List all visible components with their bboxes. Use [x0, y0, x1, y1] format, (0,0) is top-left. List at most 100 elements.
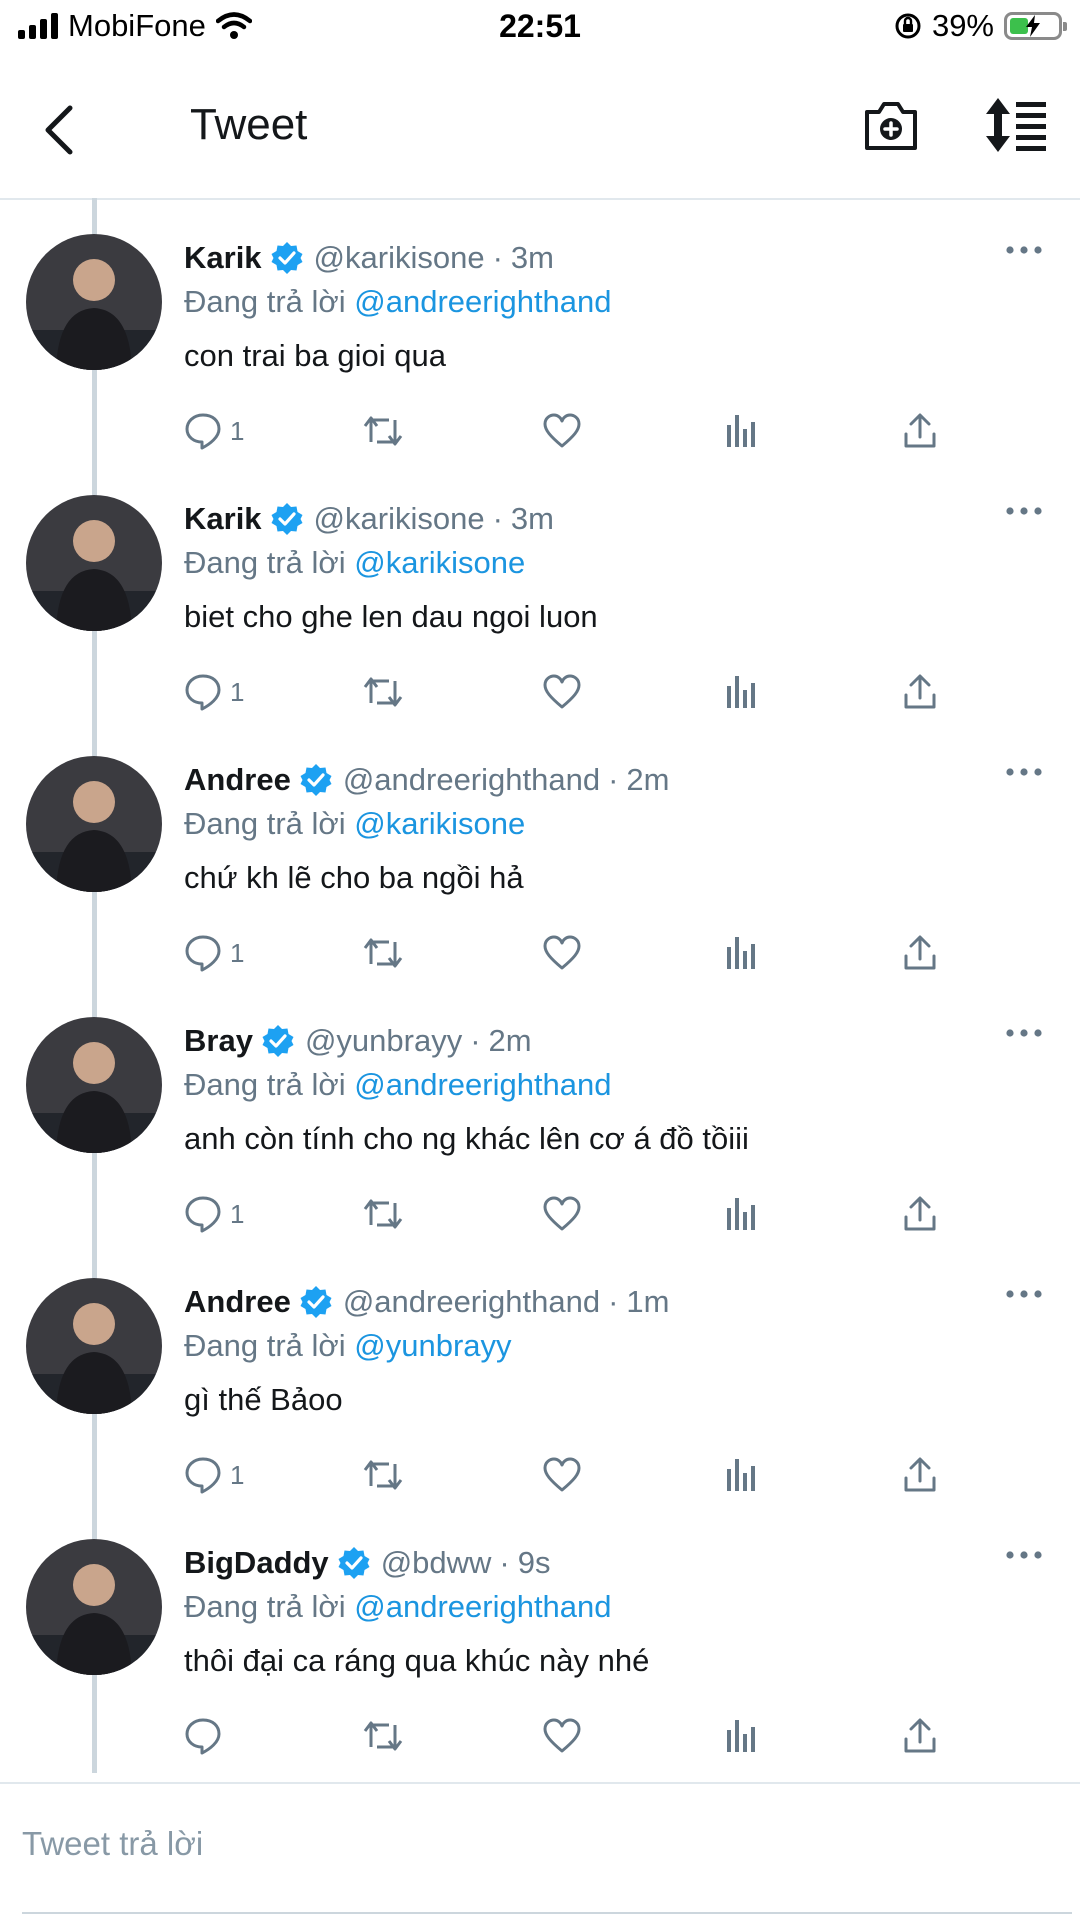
- more-options-button[interactable]: [1004, 1282, 1044, 1306]
- more-options-button[interactable]: [1004, 499, 1044, 523]
- share-button[interactable]: [902, 1452, 938, 1498]
- author-handle[interactable]: @karikisone: [314, 240, 485, 276]
- like-button[interactable]: [542, 1191, 582, 1237]
- replying-to-mention[interactable]: @karikisone: [354, 806, 525, 841]
- replying-to-mention[interactable]: @yunbrayy: [354, 1328, 511, 1363]
- author-handle[interactable]: @andreerighthand: [343, 1284, 600, 1320]
- separator-dot: ·: [608, 762, 619, 797]
- tweet-actions: [184, 1713, 964, 1763]
- share-icon: [904, 413, 936, 448]
- replying-to-mention[interactable]: @andreerighthand: [354, 284, 611, 319]
- reply-button[interactable]: 1: [184, 930, 244, 976]
- share-button[interactable]: [902, 930, 938, 976]
- tweet-actions: 1: [184, 930, 964, 980]
- tweet-item[interactable]: BigDaddy @bdww · 9s Đang trả lời @andree…: [0, 1503, 1080, 1763]
- retweet-button[interactable]: [362, 930, 404, 976]
- replying-to-mention[interactable]: @andreerighthand: [354, 1067, 611, 1102]
- avatar[interactable]: [26, 234, 162, 370]
- retweet-button[interactable]: [362, 1452, 404, 1498]
- avatar[interactable]: [26, 1278, 162, 1414]
- replying-to-line: Đang trả lời @andreerighthand: [184, 284, 612, 320]
- tweet-time: 3m: [510, 501, 554, 536]
- author-name[interactable]: Andree: [184, 762, 291, 798]
- heart-icon: [543, 1457, 581, 1492]
- author-handle[interactable]: @bdww: [381, 1545, 492, 1581]
- reply-button[interactable]: 1: [184, 669, 244, 715]
- author-name[interactable]: Karik: [184, 501, 262, 537]
- reply-icon: [185, 1718, 221, 1755]
- more-options-button[interactable]: [1004, 1543, 1044, 1567]
- tweet-text: biet cho ghe len dau ngoi luon: [184, 599, 598, 634]
- like-button[interactable]: [542, 1713, 582, 1759]
- reply-icon: [185, 674, 221, 711]
- more-options-button[interactable]: [1004, 238, 1044, 262]
- more-horizontal-icon: [1006, 246, 1042, 254]
- retweet-button[interactable]: [362, 1191, 404, 1237]
- verified-badge-icon: [300, 1286, 332, 1318]
- analytics-icon: [727, 676, 755, 708]
- more-horizontal-icon: [1006, 1290, 1042, 1298]
- author-name[interactable]: Bray: [184, 1023, 253, 1059]
- reply-button[interactable]: [184, 1713, 230, 1759]
- back-button[interactable]: [36, 98, 84, 162]
- author-handle[interactable]: @karikisone: [314, 501, 485, 537]
- tweet-item[interactable]: Bray @yunbrayy · 2m Đang trả lời @andree…: [0, 981, 1080, 1241]
- retweet-button[interactable]: [362, 1713, 404, 1759]
- separator-dot: ·: [499, 1545, 510, 1580]
- tweet-item[interactable]: Karik @karikisone · 3m Đang trả lời @and…: [0, 198, 1080, 458]
- analytics-icon: [727, 415, 755, 447]
- avatar[interactable]: [26, 1017, 162, 1153]
- share-icon: [904, 935, 936, 970]
- author-handle[interactable]: @yunbrayy: [305, 1023, 462, 1059]
- reply-button[interactable]: 1: [184, 1452, 244, 1498]
- replying-to-label: Đang trả lời: [184, 806, 346, 841]
- like-button[interactable]: [542, 408, 582, 454]
- reply-button[interactable]: 1: [184, 408, 244, 454]
- verified-badge-icon: [338, 1547, 370, 1579]
- replying-to-label: Đang trả lời: [184, 284, 346, 319]
- tweet-item[interactable]: Andree @andreerighthand · 2m Đang trả lờ…: [0, 720, 1080, 980]
- like-button[interactable]: [542, 669, 582, 715]
- reply-input[interactable]: [0, 1784, 1080, 1904]
- avatar[interactable]: [26, 495, 162, 631]
- avatar[interactable]: [26, 1539, 162, 1675]
- like-button[interactable]: [542, 930, 582, 976]
- share-button[interactable]: [902, 408, 938, 454]
- tweet-item[interactable]: Karik @karikisone · 3m Đang trả lời @kar…: [0, 459, 1080, 719]
- tweet-actions: 1: [184, 669, 964, 719]
- sort-button[interactable]: [984, 96, 1048, 154]
- like-button[interactable]: [542, 1452, 582, 1498]
- replying-to-label: Đang trả lời: [184, 545, 346, 580]
- tweet-actions: 1: [184, 1452, 964, 1502]
- more-horizontal-icon: [1006, 507, 1042, 515]
- avatar[interactable]: [26, 756, 162, 892]
- author-name[interactable]: Andree: [184, 1284, 291, 1320]
- more-options-button[interactable]: [1004, 760, 1044, 784]
- reply-count: 1: [230, 1198, 245, 1229]
- share-button[interactable]: [902, 1713, 938, 1759]
- analytics-button[interactable]: [724, 408, 758, 454]
- author-name[interactable]: Karik: [184, 240, 262, 276]
- share-button[interactable]: [902, 669, 938, 715]
- retweet-button[interactable]: [362, 408, 404, 454]
- replying-to-line: Đang trả lời @andreerighthand: [184, 1589, 612, 1625]
- analytics-button[interactable]: [724, 669, 758, 715]
- analytics-button[interactable]: [724, 930, 758, 976]
- share-button[interactable]: [902, 1191, 938, 1237]
- author-handle[interactable]: @andreerighthand: [343, 762, 600, 798]
- tweet-item[interactable]: Andree @andreerighthand · 1m Đang trả lờ…: [0, 1242, 1080, 1502]
- analytics-button[interactable]: [724, 1452, 758, 1498]
- heart-icon: [543, 1196, 581, 1231]
- author-name[interactable]: BigDaddy: [184, 1545, 329, 1581]
- analytics-button[interactable]: [724, 1191, 758, 1237]
- replying-to-mention[interactable]: @andreerighthand: [354, 1589, 611, 1624]
- sort-icon: [986, 98, 1046, 152]
- retweet-button[interactable]: [362, 669, 404, 715]
- camera-button[interactable]: [862, 96, 920, 154]
- verified-badge-icon: [300, 764, 332, 796]
- reply-button[interactable]: 1: [184, 1191, 244, 1237]
- more-options-button[interactable]: [1004, 1021, 1044, 1045]
- chevron-left-icon: [45, 105, 73, 155]
- replying-to-mention[interactable]: @karikisone: [354, 545, 525, 580]
- analytics-button[interactable]: [724, 1713, 758, 1759]
